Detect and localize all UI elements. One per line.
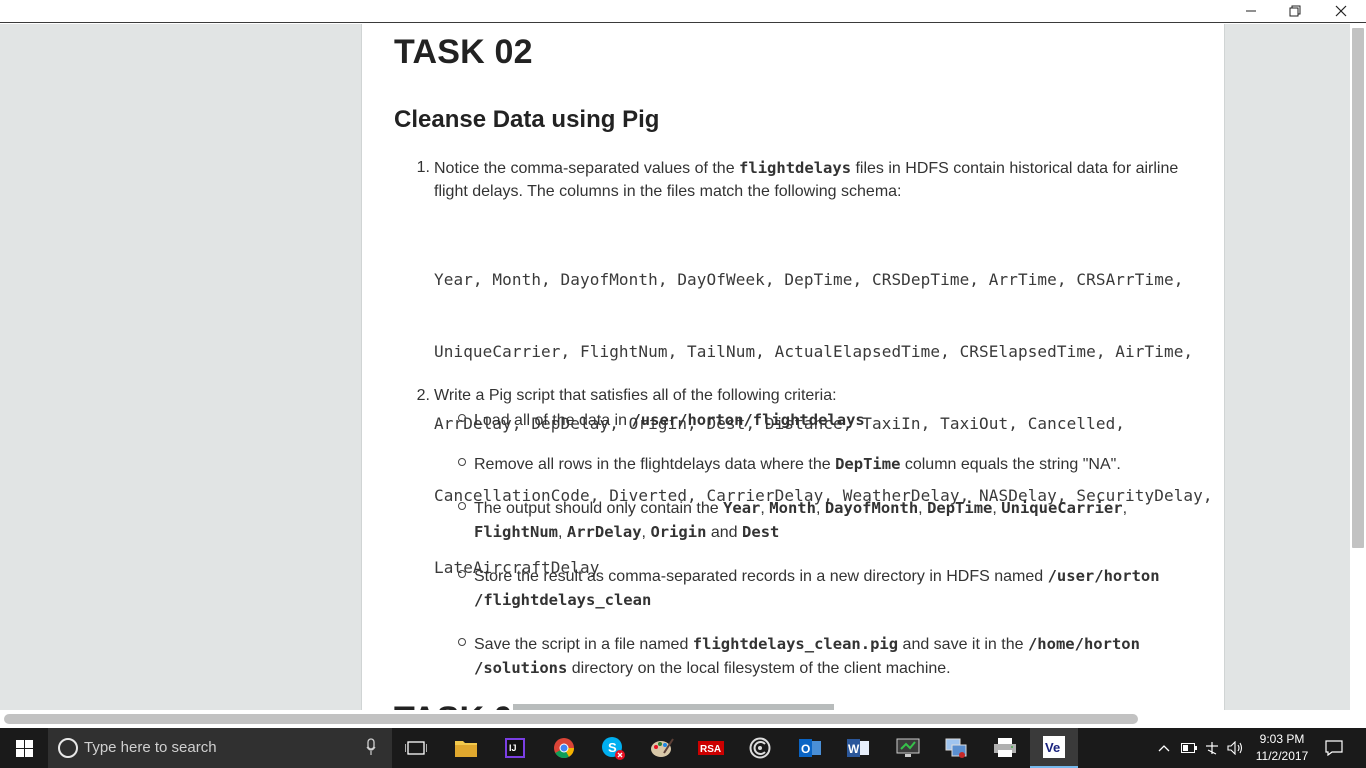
bullet-4-line-1: Store the result as comma-separated reco… (474, 567, 1160, 585)
page-viewport: TASK 02 Cleanse Data using Pig 1. Notice… (0, 24, 1350, 710)
taskbar-app-printer[interactable] (981, 728, 1029, 768)
bullet-5-line-2: /solutions directory on the local filesy… (474, 659, 951, 677)
notification-icon (1325, 740, 1343, 756)
outlook-icon: O (799, 739, 821, 757)
bullet-marker (458, 570, 466, 578)
file-explorer-icon (455, 741, 477, 757)
list-number-2: 2. (416, 387, 430, 404)
battery-icon (1181, 743, 1197, 753)
bullet-marker (458, 638, 466, 646)
inline-code: /flightdelays_clean (474, 591, 652, 609)
microphone-icon[interactable] (366, 738, 376, 756)
taskbar-app-chrome[interactable] (540, 728, 588, 768)
restore-icon (1289, 5, 1301, 17)
rsa-icon: RSA (698, 741, 724, 755)
section-heading: Cleanse Data using Pig (394, 106, 660, 133)
close-icon (1335, 5, 1347, 17)
ve-app-icon: Ve (1043, 736, 1065, 758)
list-number-1: 1. (416, 159, 430, 176)
paint-icon (651, 738, 674, 757)
svg-text:RSA: RSA (700, 744, 721, 755)
list-item-1-line-2: flight delays. The columns in the files … (434, 183, 902, 200)
bullet-5-line-1: Save the script in a file named flightde… (474, 635, 1140, 653)
chrome-icon (554, 738, 575, 759)
bullet-3-line-1: The output should only contain the Year,… (474, 499, 1128, 517)
taskbar-app-remote-desktop[interactable] (884, 728, 932, 768)
bullet-2-text: Remove all rows in the flightdelays data… (474, 455, 1121, 473)
task-view-icon (405, 741, 427, 755)
windows-logo-icon (15, 739, 33, 757)
bullet-marker (458, 414, 466, 422)
bullet-marker (458, 458, 466, 466)
page-title: TASK 02 (394, 33, 533, 71)
bullet-1-text: Load all of the data in /user/horton/fli… (474, 411, 865, 429)
taskbar-app-outlook[interactable]: O (786, 728, 834, 768)
skype-icon: S (602, 737, 625, 760)
cortana-icon (58, 738, 78, 758)
taskbar-app-file-explorer[interactable] (442, 728, 490, 768)
minimize-button[interactable] (1228, 0, 1274, 22)
action-center-button[interactable] (1320, 728, 1348, 768)
restore-button[interactable] (1272, 0, 1318, 22)
volume-icon (1227, 741, 1243, 755)
bullet-marker (458, 502, 466, 510)
start-button[interactable] (0, 728, 48, 768)
schema-line: UniqueCarrier, FlightNum, TailNum, Actua… (434, 342, 1194, 361)
document-content: TASK 02 Cleanse Data using Pig 1. Notice… (361, 24, 1225, 710)
taskbar-app-ve[interactable]: Ve (1030, 728, 1078, 768)
taskbar-app-intellij[interactable]: IJ (491, 728, 539, 768)
list-item-1-line-1: Notice the comma-separated values of the… (434, 159, 1179, 177)
bullet-3-line-2: FlightNum, ArrDelay, Origin and Dest (474, 523, 780, 541)
taskbar-search-box[interactable]: Type here to search (48, 728, 392, 768)
window-title-bar (0, 0, 1366, 23)
vertical-scrollbar-thumb[interactable] (1352, 28, 1364, 548)
next-task-heading: TASK 03 (394, 700, 531, 710)
windows-taskbar: Type here to search IJ S RSA O W Ve 9:03… (0, 728, 1366, 768)
taskbar-app-network[interactable] (932, 728, 980, 768)
search-placeholder: Type here to search (84, 739, 217, 756)
ccleaner-icon (749, 737, 771, 759)
svg-text:IJ: IJ (509, 743, 517, 753)
volume-button[interactable] (1226, 728, 1246, 768)
intellij-icon: IJ (505, 738, 525, 758)
schema-line: Year, Month, DayofMonth, DayOfWeek, DepT… (434, 270, 1184, 289)
network-app-icon (945, 738, 967, 758)
minimize-icon (1246, 10, 1256, 12)
svg-text:O: O (801, 742, 810, 756)
chevron-up-icon (1158, 745, 1170, 752)
svg-text:Ve: Ve (1045, 740, 1060, 755)
bullet-4-line-2: /flightdelays_clean (474, 588, 651, 613)
taskbar-app-ccleaner[interactable] (736, 728, 784, 768)
taskbar-app-word[interactable]: W (834, 728, 882, 768)
inline-code: DepTime (835, 455, 901, 473)
list-item-2-text: Write a Pig script that satisfies all of… (434, 387, 837, 404)
clock-date: 11/2/2017 (1255, 749, 1309, 763)
close-button[interactable] (1318, 0, 1364, 22)
inline-code: flightdelays (739, 159, 852, 177)
inline-code: /user/horton/flightdelays (631, 411, 865, 429)
printer-app-icon (994, 738, 1016, 757)
inline-code: /user/horton (1047, 567, 1160, 585)
taskbar-app-rsa[interactable]: RSA (687, 728, 735, 768)
battery-button[interactable] (1180, 728, 1198, 768)
svg-text:W: W (848, 742, 860, 756)
remote-desktop-icon (896, 738, 920, 757)
horizontal-scrollbar-thumb[interactable] (4, 714, 1138, 724)
taskbar-app-paint[interactable] (638, 728, 686, 768)
system-clock[interactable]: 9:03 PM 11/2/2017 (1252, 731, 1312, 765)
network-icon (1206, 742, 1218, 755)
taskbar-app-skype[interactable]: S (589, 728, 637, 768)
show-hidden-icons-button[interactable] (1156, 728, 1172, 768)
word-icon: W (847, 739, 869, 757)
clock-time: 9:03 PM (1259, 732, 1305, 746)
task-view-button[interactable] (392, 728, 440, 768)
network-button[interactable] (1203, 728, 1221, 768)
